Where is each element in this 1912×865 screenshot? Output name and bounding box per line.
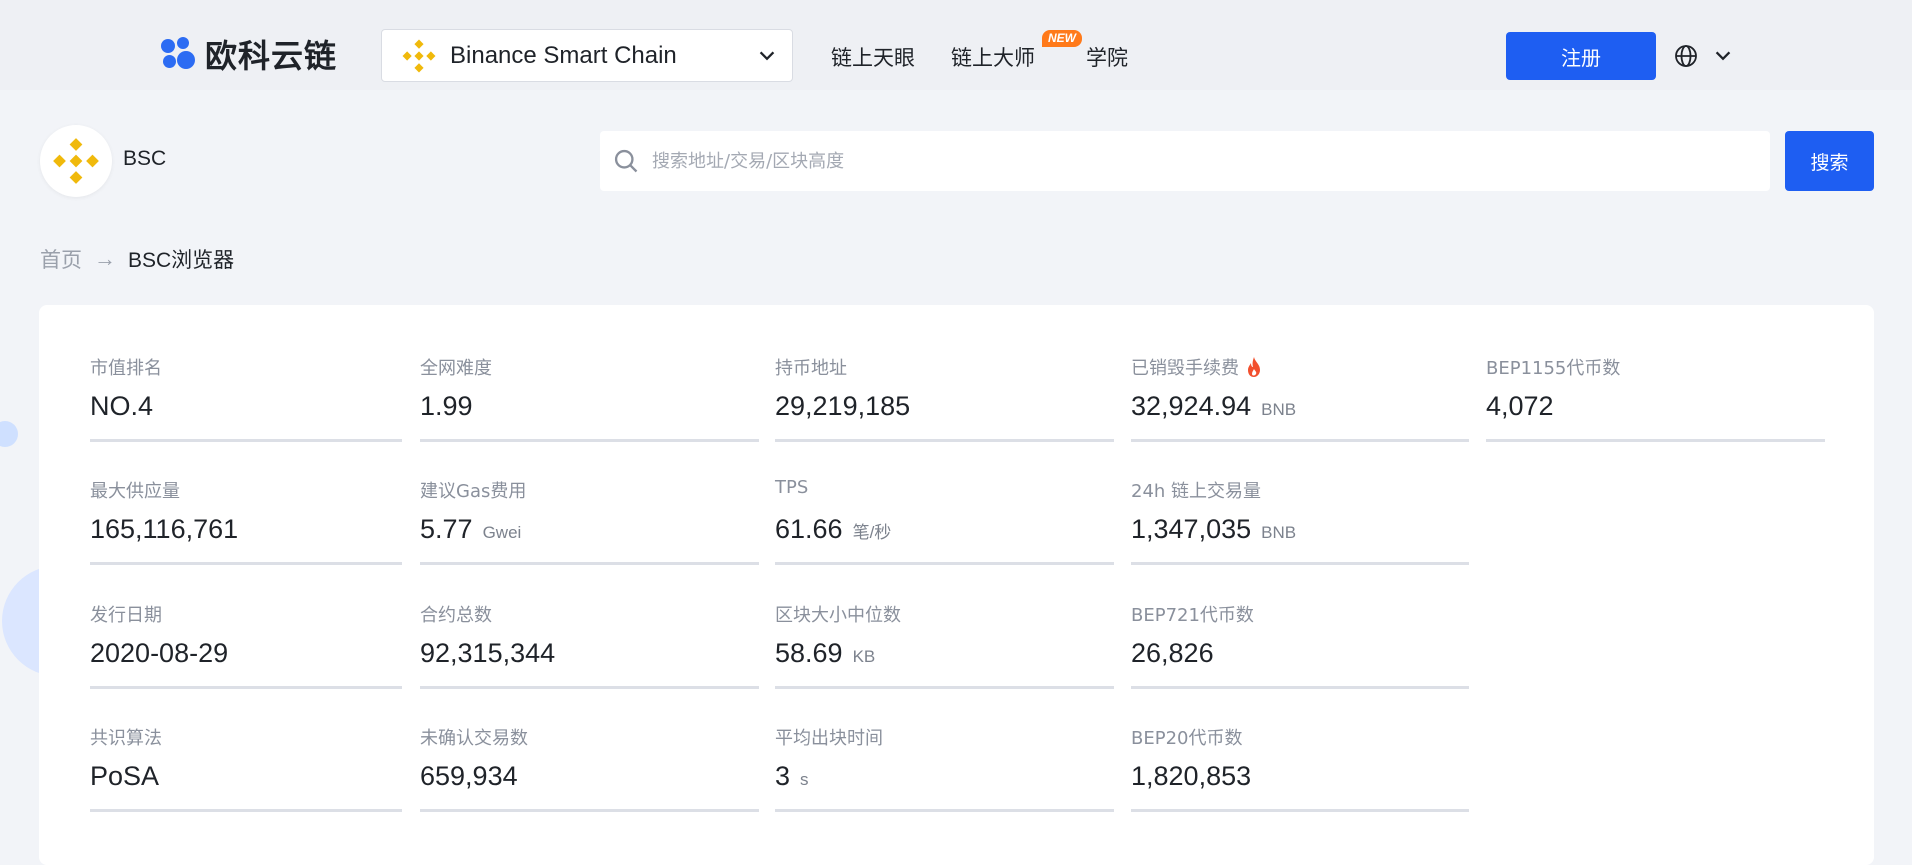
- stat-contract-count: 合约总数 92,315,344: [420, 552, 759, 689]
- stat-unit: KB: [852, 647, 876, 666]
- stat-label: 合约总数: [420, 605, 492, 626]
- stat-value: 2020-08-29: [90, 638, 229, 668]
- stat-issue-date: 发行日期 2020-08-29: [90, 552, 402, 689]
- stat-consensus: 共识算法 PoSA: [90, 675, 402, 812]
- stat-label: BEP1155代币数: [1486, 358, 1621, 379]
- stat-label: 已销毁手续费: [1131, 354, 1263, 380]
- new-badge: NEW: [1042, 30, 1082, 47]
- stat-24h-volume: 24h 链上交易量 1,347,035 BNB: [1131, 428, 1469, 565]
- stat-label: 24h 链上交易量: [1131, 481, 1262, 502]
- stat-value: PoSA: [90, 761, 160, 791]
- stat-burned-fees: 已销毁手续费 32,924.94 BNB: [1131, 305, 1469, 442]
- search-icon: [614, 149, 638, 173]
- stat-value: 58.69 KB: [775, 638, 876, 668]
- logo-mark-icon: [161, 37, 195, 71]
- stat-unit: s: [800, 770, 809, 789]
- stat-value: 3s: [775, 761, 809, 791]
- stat-max-supply: 最大供应量 165,116,761: [90, 428, 402, 565]
- stat-value: 32,924.94 BNB: [1131, 391, 1297, 421]
- stat-unconfirmed-tx: 未确认交易数 659,934: [420, 675, 759, 812]
- stat-bep721-tokens: BEP721代币数 26,826: [1131, 552, 1469, 689]
- chain-name: BSC: [123, 147, 167, 170]
- stats-card: 市值排名 NO.4 全网难度 1.99 持币地址 29,219,185 已销毁手…: [39, 305, 1874, 865]
- stat-label: 全网难度: [420, 358, 492, 379]
- stat-value: 26,826: [1131, 638, 1214, 668]
- stat-difficulty: 全网难度 1.99: [420, 305, 759, 442]
- stat-unit: BNB: [1261, 400, 1297, 419]
- stat-label: BEP20代币数: [1131, 728, 1243, 749]
- stat-label: 共识算法: [90, 728, 162, 749]
- breadcrumb-arrow-icon: →: [94, 246, 116, 271]
- stat-label: TPS: [775, 477, 809, 498]
- register-button[interactable]: 注册: [1506, 32, 1656, 80]
- stat-value: 92,315,344: [420, 638, 556, 668]
- language-chevron-down-icon[interactable]: [1712, 45, 1734, 67]
- brand-name: 欧科云链: [205, 37, 338, 75]
- stat-unit: 笔/秒: [852, 523, 892, 542]
- stat-value: 61.66 笔/秒: [775, 514, 892, 544]
- stat-value: 165,116,761: [90, 514, 239, 544]
- chain-selector-value: Binance Smart Chain: [450, 41, 677, 69]
- breadcrumb: 首页 → BSC浏览器: [40, 244, 234, 274]
- stat-label: 最大供应量: [90, 481, 180, 502]
- stat-value: 659,934: [420, 761, 518, 791]
- chain-selector-dropdown[interactable]: Binance Smart Chain: [381, 29, 793, 82]
- stat-label: 市值排名: [90, 358, 162, 379]
- stat-value: 1.99: [420, 391, 473, 421]
- stat-bep20-tokens: BEP20代币数 1,820,853: [1131, 675, 1469, 812]
- nav-link-chain-master[interactable]: 链上大师: [951, 42, 1035, 72]
- search-input[interactable]: [650, 149, 1704, 173]
- stat-holder-addresses: 持币地址 29,219,185: [775, 305, 1114, 442]
- binance-icon: [53, 138, 99, 184]
- search-box[interactable]: [600, 131, 1770, 191]
- brand-logo[interactable]: 欧科云链: [161, 33, 337, 75]
- stat-block-size: 区块大小中位数 58.69 KB: [775, 552, 1114, 689]
- stat-value: 1,820,853: [1131, 761, 1252, 791]
- stat-label: 平均出块时间: [775, 728, 883, 749]
- fire-icon: [1248, 357, 1260, 377]
- search-button[interactable]: 搜索: [1785, 131, 1874, 191]
- stat-label: 发行日期: [90, 605, 162, 626]
- stat-value: 4,072: [1486, 391, 1554, 421]
- stat-value: NO.4: [90, 391, 154, 421]
- globe-icon[interactable]: [1674, 44, 1698, 68]
- chain-avatar: [40, 125, 112, 197]
- breadcrumb-home-link[interactable]: 首页: [40, 244, 82, 274]
- binance-icon: [402, 39, 436, 72]
- stat-label: BEP721代币数: [1131, 605, 1254, 626]
- decorative-circle: [0, 421, 18, 447]
- chevron-down-icon: [759, 51, 775, 61]
- stat-bep1155-tokens: BEP1155代币数 4,072: [1486, 305, 1825, 442]
- nav-link-academy[interactable]: 学院: [1086, 42, 1128, 72]
- nav-link-chain-eye[interactable]: 链上天眼: [831, 42, 915, 72]
- stat-unit: Gwei: [482, 523, 522, 542]
- stat-avg-block-time: 平均出块时间 3s: [775, 675, 1114, 812]
- stat-value: 29,219,185: [775, 391, 911, 421]
- stat-label: 建议Gas费用: [420, 481, 527, 502]
- stat-gas-fee: 建议Gas费用 5.77 Gwei: [420, 428, 759, 565]
- stat-value: 5.77 Gwei: [420, 514, 522, 544]
- stat-label: 持币地址: [775, 358, 847, 379]
- stat-unit: BNB: [1261, 523, 1297, 542]
- stat-tps: TPS 61.66 笔/秒: [775, 428, 1114, 565]
- breadcrumb-current: BSC浏览器: [128, 249, 235, 272]
- stat-label: 区块大小中位数: [775, 605, 901, 626]
- stat-value: 1,347,035 BNB: [1131, 514, 1297, 544]
- stat-market-rank: 市值排名 NO.4: [90, 305, 402, 442]
- stat-label: 未确认交易数: [420, 728, 528, 749]
- top-navbar: 欧科云链 Binance Smart Chain 链上天眼 链上大师 NEW 学…: [0, 0, 1912, 90]
